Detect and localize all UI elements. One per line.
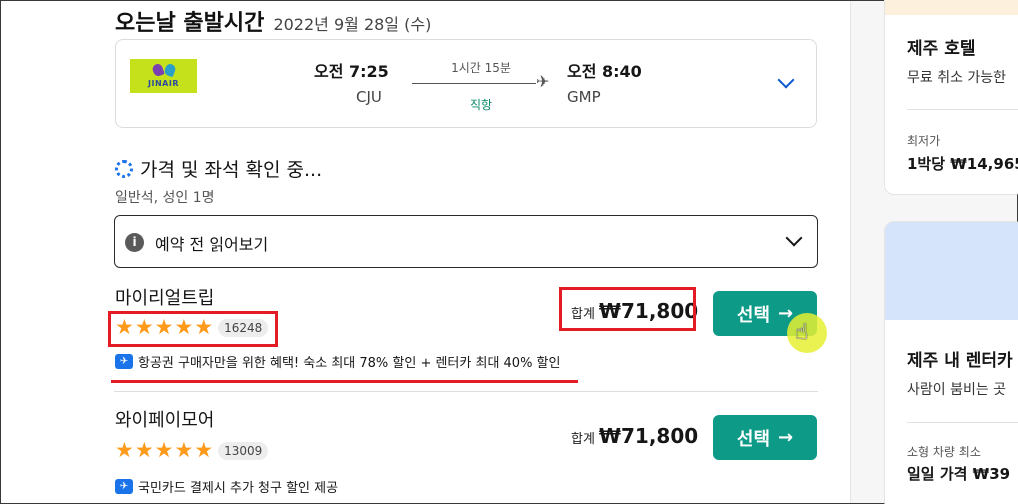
departure-airport: CJU	[356, 88, 382, 106]
star-icon: ★	[174, 438, 194, 462]
select-button-label: 선택	[736, 304, 771, 326]
chevron-down-icon[interactable]	[777, 71, 795, 89]
departure-time: 오전 7:25	[314, 62, 389, 81]
hotel-subtitle: 무료 취소 가능한	[907, 70, 1007, 86]
page-title-row: 오는날 출발시간 2022년 9월 28일 (수)	[115, 5, 431, 37]
benefit-underline	[111, 380, 578, 383]
car-divider	[907, 422, 1018, 423]
hotel-price-caption: 최저가	[907, 134, 941, 148]
select-button[interactable]: 선택 →	[713, 415, 817, 460]
benefit-row: ✈ 항공권 구매자만을 위한 혜택! 숙소 최대 78% 할인 + 렌터카 최대…	[115, 352, 560, 371]
benefit-text: 국민카드 결제시 추가 청구 할인 제공	[138, 481, 339, 496]
star-icon: ★	[154, 438, 174, 462]
car-subtitle: 사람이 붐비는 곳	[907, 382, 1007, 398]
car-price: 일일 가격 ₩39	[907, 465, 1011, 483]
seat-info: 일반석, 성인 1명	[115, 190, 215, 206]
star-icon: ★	[134, 438, 154, 462]
car-rental-promo-card[interactable]: 제주 내 렌터카 사람이 붐비는 곳 소형 차량 최소 일일 가격 ₩39	[884, 221, 1018, 504]
promo-icon: ✈	[115, 479, 133, 494]
agency-name[interactable]: 와이페이모어	[115, 406, 214, 432]
stops-label: 직항	[469, 98, 493, 112]
total-price: 합계 ₩71,800	[571, 424, 698, 448]
read-before-booking-label: 예약 전 읽어보기	[155, 235, 269, 254]
rating-stars: ★ ★ ★ ★ ★ 13009	[115, 438, 269, 462]
hand-cursor-icon: ☝	[795, 320, 809, 345]
hotel-card-banner	[885, 0, 1018, 15]
car-title: 제주 내 렌터카	[907, 351, 1013, 371]
travel-date: 2022년 9월 28일 (수)	[273, 15, 432, 34]
price-amount: ₩71,800	[598, 424, 699, 448]
car-price-caption: 소형 차량 최소	[907, 445, 981, 459]
info-icon: i	[125, 233, 144, 252]
star-icon: ★	[194, 438, 214, 462]
rating-highlight-box	[108, 311, 278, 347]
promo-icon: ✈	[115, 354, 133, 369]
benefit-row: ✈ 국민카드 결제시 추가 청구 할인 제공	[115, 477, 338, 496]
airline-logo-text: JINAIR	[148, 79, 179, 88]
flight-summary-card[interactable]: JINAIR 오전 7:25 CJU 1시간 15분 ✈ 직항 오전 8:40 …	[115, 39, 817, 128]
flight-duration: 1시간 15분	[451, 61, 511, 75]
arrival-time: 오전 8:40	[567, 62, 642, 81]
hotel-title: 제주 호텔	[907, 39, 976, 59]
chevron-down-icon[interactable]	[785, 229, 803, 247]
spinner-icon	[115, 159, 133, 178]
offer-divider	[114, 391, 818, 392]
agency-name[interactable]: 마이리얼트립	[115, 284, 214, 310]
route-line	[412, 83, 536, 84]
arrow-right-icon: →	[778, 427, 794, 448]
select-button-label: 선택	[736, 428, 771, 450]
benefit-text: 항공권 구매자만을 위한 혜택! 숙소 최대 78% 할인 + 렌터카 최대 4…	[138, 356, 561, 371]
price-highlight-box	[559, 287, 696, 331]
car-card-banner	[885, 222, 1018, 320]
loading-status: 가격 및 좌석 확인 중...	[115, 155, 322, 182]
read-before-booking-dropdown[interactable]: i 예약 전 읽어보기	[114, 215, 818, 268]
price-label: 합계	[571, 432, 595, 447]
star-icon: ★	[115, 438, 134, 462]
page-title: 오는날 출발시간	[115, 11, 265, 36]
review-count: 13009	[218, 441, 269, 460]
hotel-promo-card[interactable]: 제주 호텔 무료 취소 가능한 최저가 1박당 ₩14,965	[884, 0, 1018, 195]
arrival-airport: GMP	[567, 88, 601, 106]
panel-divider	[850, 1, 851, 503]
airline-logo: JINAIR	[130, 59, 197, 93]
hotel-divider	[907, 109, 1018, 110]
airline-logo-icon	[150, 62, 177, 78]
plane-icon: ✈	[536, 72, 550, 91]
loading-text: 가격 및 좌석 확인 중...	[140, 159, 323, 181]
hotel-price: 1박당 ₩14,965	[907, 155, 1018, 173]
